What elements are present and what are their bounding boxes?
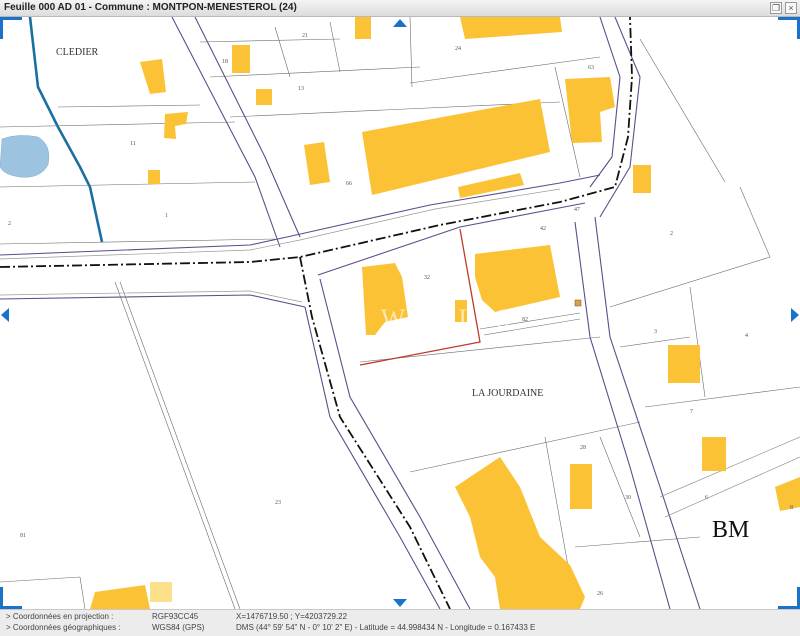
parcel-number: 28 — [580, 445, 586, 451]
pond — [0, 135, 50, 178]
parcel-number: 3 — [654, 329, 657, 335]
parcel-number: 11 — [130, 141, 136, 147]
parcel-number: 2 — [8, 221, 11, 227]
parcel-number: 32 — [424, 275, 430, 281]
pan-left-arrow-icon[interactable] — [1, 308, 9, 322]
cadastral-map[interactable]: CLEDIER LA JOURDAINE BM D W I L S 24 63 … — [0, 17, 800, 609]
projection-label: > Coordonnées en projection : — [6, 612, 114, 621]
title-bar: Feuille 000 AD 01 - Commune : MONTPON-ME… — [0, 0, 800, 17]
projection-value: X=1476719.50 ; Y=4203729.22 — [236, 612, 348, 621]
window-title: Feuille 000 AD 01 - Commune : MONTPON-ME… — [4, 2, 297, 13]
pan-right-arrow-icon[interactable] — [791, 308, 799, 322]
frame-corner-top-right — [778, 17, 800, 39]
coordinates-status-bar: > Coordonnées en projection : RGF93CC45 … — [0, 609, 800, 636]
pan-up-arrow-icon[interactable] — [393, 19, 407, 27]
close-icon[interactable]: × — [785, 2, 797, 14]
parcel-number: 13 — [298, 86, 304, 92]
projection-system: RGF93CC45 — [152, 612, 199, 621]
parcel-number: 24 — [455, 46, 461, 52]
parcel-number: 8 — [790, 505, 793, 511]
parcel-number: 1 — [165, 213, 168, 219]
parcel-number: 18 — [222, 59, 228, 65]
parcel-number: 82 — [522, 317, 528, 323]
parcel-number: 47 — [574, 207, 580, 213]
parcel-number: 66 — [346, 181, 352, 187]
restore-icon[interactable]: ❐ — [770, 2, 782, 14]
parcel-number: 42 — [540, 226, 546, 232]
parcel-number: 6 — [705, 495, 708, 501]
place-la-jourdaine: LA JOURDAINE — [472, 388, 543, 399]
geographic-value: DMS (44° 59' 54" N - 0° 10' 2" E) - Lati… — [236, 623, 536, 632]
parcel-number: 26 — [597, 591, 603, 597]
parcel-number: 63 — [588, 65, 594, 71]
geographic-label: > Coordonnées géographiques : — [6, 623, 121, 632]
parcel-number: 23 — [275, 500, 281, 506]
parcel-number: 30 — [625, 495, 631, 501]
frame-corner-bottom-left — [0, 587, 22, 609]
watermark: D W I L S — [340, 304, 518, 333]
parcel-number: 4 — [745, 333, 748, 339]
parcel-number: 21 — [302, 33, 308, 39]
pan-down-arrow-icon[interactable] — [393, 599, 407, 607]
geographic-system: WGS84 (GPS) — [152, 623, 205, 632]
parcel-number: 7 — [690, 409, 693, 415]
parcel-marker — [574, 299, 582, 307]
place-cledier: CLEDIER — [56, 47, 99, 58]
parcel-number: 2 — [670, 231, 673, 237]
place-bm: BM — [712, 517, 749, 543]
frame-corner-bottom-right — [778, 587, 800, 609]
parcel-number: 81 — [20, 533, 26, 539]
frame-corner-top-left — [0, 17, 22, 39]
